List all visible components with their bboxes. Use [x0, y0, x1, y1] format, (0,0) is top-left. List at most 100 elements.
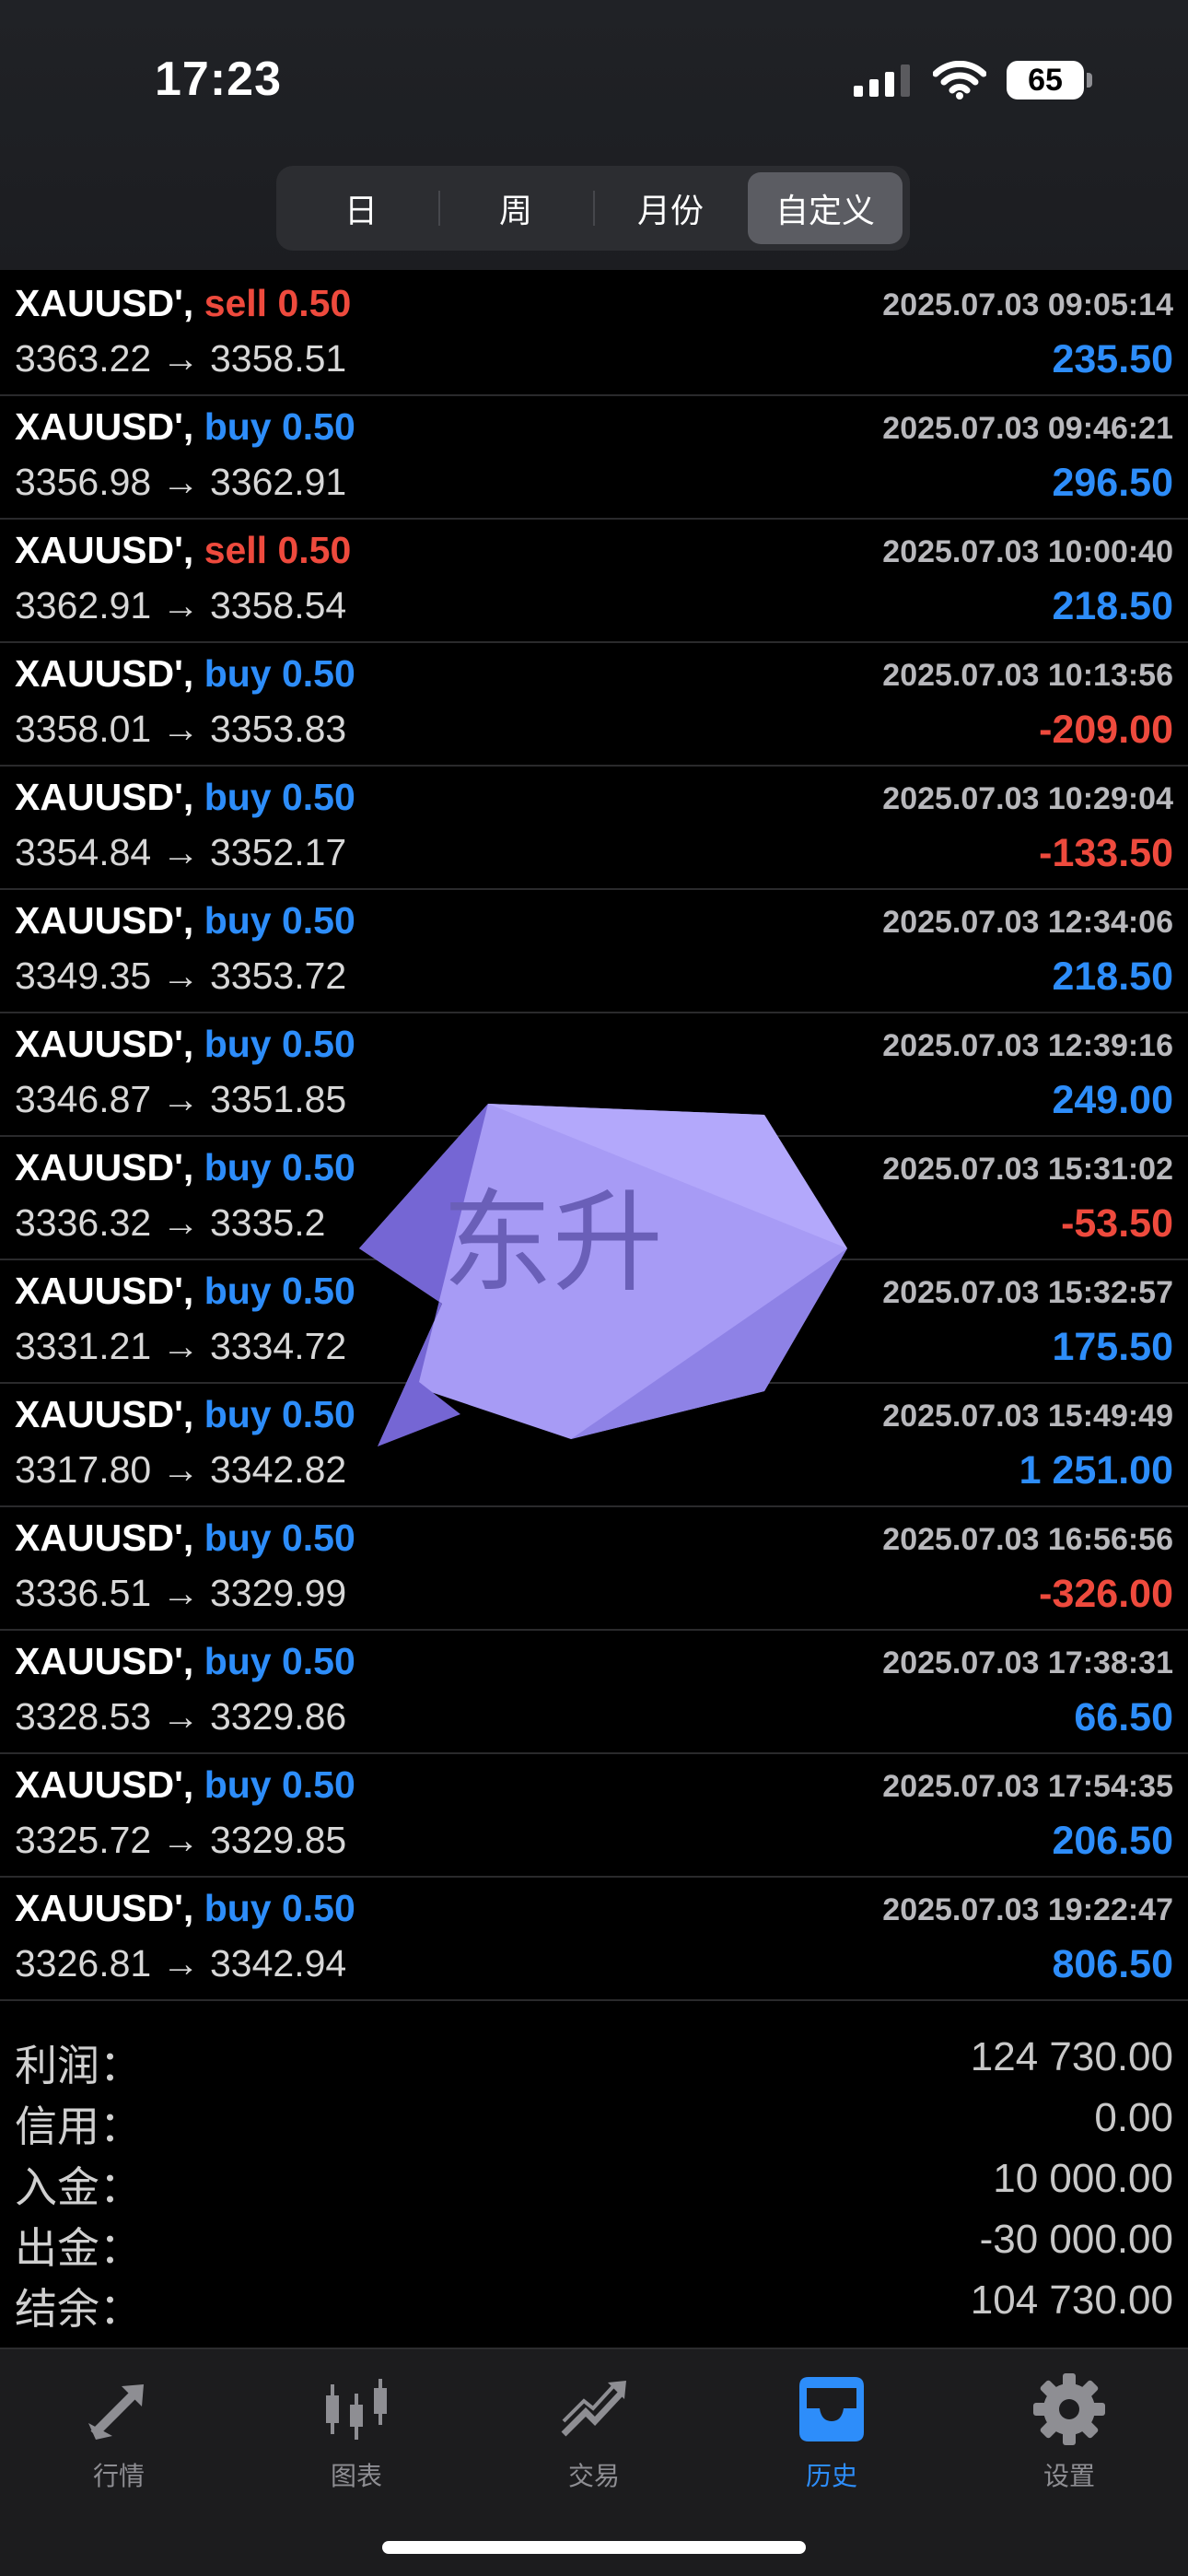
summary-value: 0.00 [1094, 2095, 1173, 2140]
account-summary: 利润： 124 730.00 信用： 0.00 入金： 10 000.00 出金… [0, 2027, 1188, 2333]
home-indicator[interactable] [382, 2541, 806, 2554]
trade-side-volume: sell 0.50 [204, 282, 352, 324]
summary-row-withdrawal: 出金： -30 000.00 [0, 2209, 1188, 2272]
trade-prices: 3336.51 → 3329.99 [15, 1572, 347, 1614]
trade-profit: 175.50 [1052, 1325, 1173, 1369]
symbol-name: XAUUSD', [15, 1640, 194, 1682]
tab-label: 历史 [805, 2462, 857, 2490]
symbol-name: XAUUSD', [15, 652, 194, 695]
trade-row[interactable]: XAUUSD', buy 0.50 2025.07.03 10:29:04 3354… [0, 767, 1188, 890]
trade-symbol: XAUUSD', buy 0.50 [15, 1270, 355, 1313]
tab-history[interactable]: 历史 [740, 2368, 924, 2493]
summary-row-profit: 利润： 124 730.00 [0, 2027, 1188, 2090]
trade-profit: 296.50 [1052, 461, 1173, 505]
chart-icon [326, 2379, 387, 2440]
tab-chart[interactable]: 图表 [264, 2368, 448, 2493]
trade-side-volume: sell 0.50 [204, 529, 352, 571]
summary-label: 利润： [15, 2042, 142, 2090]
app-root: 17:23 65 日 周 月份 自定义 XAUUSD', sell 0.50 2… [0, 0, 1188, 2576]
trade-time: 2025.07.03 17:54:35 [882, 1769, 1173, 1804]
trade-row[interactable]: XAUUSD', buy 0.50 2025.07.03 17:54:35 3325… [0, 1754, 1188, 1878]
trade-profit: -209.00 [1039, 708, 1173, 752]
trade-symbol: XAUUSD', buy 0.50 [15, 1393, 355, 1436]
trade-time: 2025.07.03 16:56:56 [882, 1522, 1173, 1557]
trade-symbol: XAUUSD', buy 0.50 [15, 1023, 355, 1066]
summary-row-deposit: 入金： 10 000.00 [0, 2149, 1188, 2211]
trade-prices: 3356.98 → 3362.91 [15, 461, 347, 503]
trade-side-volume: buy 0.50 [204, 1640, 355, 1682]
trade-time: 2025.07.03 15:49:49 [882, 1399, 1173, 1434]
trade-row[interactable]: XAUUSD', sell 0.50 2025.07.03 10:00:40 336… [0, 520, 1188, 643]
trade-prices: 3325.72 → 3329.85 [15, 1819, 347, 1861]
tab-settings[interactable]: 设置 [977, 2368, 1161, 2493]
header: 17:23 65 日 周 月份 自定义 [0, 0, 1188, 270]
trade-profit: -326.00 [1039, 1572, 1173, 1616]
segment-day[interactable]: 日 [284, 172, 438, 244]
trade-side-volume: buy 0.50 [204, 1023, 355, 1065]
tab-quotes[interactable]: 行情 [27, 2368, 211, 2493]
trade-prices: 3326.81 → 3342.94 [15, 1942, 347, 1985]
summary-label: 出金： [15, 2224, 142, 2272]
trade-row[interactable]: XAUUSD', buy 0.50 2025.07.03 15:31:02 3336… [0, 1137, 1188, 1260]
quotes-icon [88, 2384, 144, 2440]
trade-time: 2025.07.03 15:31:02 [882, 1152, 1173, 1187]
battery-indicator: 65 [1007, 61, 1092, 100]
battery-level: 65 [1028, 62, 1063, 98]
segment-label: 日 [344, 192, 378, 229]
trade-symbol: XAUUSD', buy 0.50 [15, 1146, 355, 1189]
trade-time: 2025.07.03 12:39:16 [882, 1028, 1173, 1063]
cellular-signal-icon [854, 64, 910, 97]
trade-symbol: XAUUSD', buy 0.50 [15, 405, 355, 449]
symbol-name: XAUUSD', [15, 776, 194, 818]
trade-row[interactable]: XAUUSD', buy 0.50 2025.07.03 15:32:57 3331… [0, 1260, 1188, 1384]
trade-row[interactable]: XAUUSD', buy 0.50 2025.07.03 19:22:47 3326… [0, 1878, 1188, 2001]
symbol-name: XAUUSD', [15, 1023, 194, 1065]
trade-side-volume: buy 0.50 [204, 1393, 355, 1435]
segment-month[interactable]: 月份 [593, 172, 748, 244]
trade-side-volume: buy 0.50 [204, 1887, 355, 1929]
trade-time: 2025.07.03 17:38:31 [882, 1645, 1173, 1680]
trade-profit: 218.50 [1052, 584, 1173, 628]
trade-time: 2025.07.03 09:46:21 [882, 411, 1173, 446]
tab-label: 图表 [330, 2462, 382, 2490]
trade-side-volume: buy 0.50 [204, 405, 355, 448]
trade-symbol: XAUUSD', buy 0.50 [15, 899, 355, 943]
trade-side-volume: buy 0.50 [204, 1763, 355, 1806]
tab-trade[interactable]: 交易 [502, 2368, 686, 2493]
trade-row[interactable]: XAUUSD', buy 0.50 2025.07.03 12:39:16 3346… [0, 1013, 1188, 1137]
summary-label: 结余： [15, 2285, 142, 2333]
trade-symbol: XAUUSD', buy 0.50 [15, 1516, 355, 1560]
summary-value: 124 730.00 [970, 2034, 1173, 2079]
tab-label: 设置 [1042, 2462, 1095, 2490]
trade-row[interactable]: XAUUSD', buy 0.50 2025.07.03 15:49:49 3317… [0, 1384, 1188, 1507]
trade-icon [561, 2381, 626, 2437]
trade-prices: 3354.84 → 3352.17 [15, 831, 347, 873]
trade-side-volume: buy 0.50 [204, 776, 355, 818]
summary-row-balance: 结余： 104 730.00 [0, 2270, 1188, 2333]
summary-value: 104 730.00 [970, 2277, 1173, 2323]
trade-row[interactable]: XAUUSD', buy 0.50 2025.07.03 09:46:21 3356… [0, 396, 1188, 520]
segment-custom[interactable]: 自定义 [748, 172, 903, 244]
trade-row[interactable]: XAUUSD', buy 0.50 2025.07.03 16:56:56 3336… [0, 1507, 1188, 1631]
trade-row[interactable]: XAUUSD', sell 0.50 2025.07.03 09:05:14 336… [0, 273, 1188, 396]
tab-label: 行情 [92, 2462, 145, 2490]
trade-row[interactable]: XAUUSD', buy 0.50 2025.07.03 17:38:31 3328… [0, 1631, 1188, 1754]
wifi-icon [933, 61, 986, 100]
symbol-name: XAUUSD', [15, 529, 194, 571]
segment-week[interactable]: 周 [438, 172, 593, 244]
history-icon [799, 2377, 864, 2441]
trade-row[interactable]: XAUUSD', buy 0.50 2025.07.03 10:13:56 3358… [0, 643, 1188, 767]
trade-profit: 235.50 [1052, 337, 1173, 381]
trade-side-volume: buy 0.50 [204, 652, 355, 695]
trade-symbol: XAUUSD', buy 0.50 [15, 1640, 355, 1683]
segment-label: 自定义 [775, 192, 875, 229]
trade-symbol: XAUUSD', buy 0.50 [15, 1763, 355, 1807]
trade-time: 2025.07.03 09:05:14 [882, 287, 1173, 322]
symbol-name: XAUUSD', [15, 1516, 194, 1559]
trade-side-volume: buy 0.50 [204, 1146, 355, 1188]
trade-side-volume: buy 0.50 [204, 899, 355, 942]
trade-side-volume: buy 0.50 [204, 1270, 355, 1312]
trade-symbol: XAUUSD', buy 0.50 [15, 776, 355, 819]
trade-row[interactable]: XAUUSD', buy 0.50 2025.07.03 12:34:06 3349… [0, 890, 1188, 1013]
segment-label: 月份 [636, 192, 704, 229]
